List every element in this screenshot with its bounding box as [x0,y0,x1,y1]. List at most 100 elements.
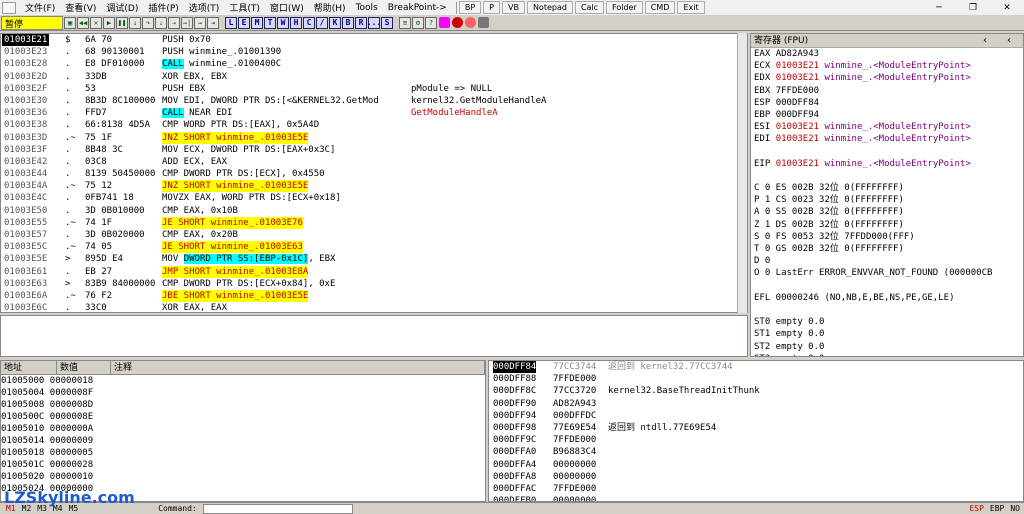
camera-icon[interactable] [478,17,489,28]
menu-window[interactable]: 窗口(W) [265,1,309,14]
menu-tools-cn[interactable]: 工具(T) [224,1,265,14]
flag-row[interactable]: P 1 CS 0023 32位 0(FFFFFFFF) [751,194,1023,206]
stack-row[interactable]: 000DFFA4 00000000 [489,459,1023,471]
menu-file[interactable]: 文件(F) [20,1,60,14]
trace-over-icon[interactable]: ⇢ [168,16,180,29]
tool-s[interactable]: S [381,16,393,29]
esp-indicator[interactable]: ESP [969,504,983,513]
dump-row[interactable]: 01005010 0000000A [1,423,485,435]
disassembly-pane[interactable]: 01003E21 $6A 70 PUSH 0x70 01003E23. 68 90130… [0,33,748,313]
register-row[interactable]: EBP 000DFF94 [751,109,1023,121]
notepad-button[interactable]: Notepad [526,1,573,14]
disasm-row[interactable]: 01003E3D .~ 75 1F JNZ SHORT winmine_.01003E… [1,131,747,144]
dump-col-address[interactable]: 地址 [1,361,57,374]
stack-row[interactable]: 000DFFA8 00000000 [489,471,1023,483]
stack-pane[interactable]: 000DFF84 77CC3744 返回到 kernel32.77CC3744 000… [488,360,1024,502]
disasm-row[interactable]: 01003E23. 68 90130001 PUSH winmine_.010013… [1,46,747,58]
command-input[interactable] [202,503,353,514]
tool-dots[interactable]: ... [367,16,381,29]
register-row[interactable]: EDI 01003E21 winmine_.<ModuleEntryPoint> [751,133,1023,145]
disasm-row[interactable]: 01003E3F. 8B48 3C MOV ECX, DWORD PTR DS:[E… [1,144,747,156]
disasm-row[interactable]: 01003E57. 3D 0B020000 CMP EAX, 0x20B [1,229,747,241]
dump-col-comment[interactable]: 注释 [111,361,485,374]
disasm-row[interactable]: 01003E2F. 53 PUSH EBX pModule => NULL [1,83,747,95]
disasm-row[interactable]: 01003E4C. 0FB741 18 MOVZX EAX, WORD PTR DS… [1,192,747,204]
stack-row[interactable]: 000DFF8C 77CC3720 kernel32.BaseThreadInitT… [489,385,1023,397]
register-row[interactable]: ESP 000DFF84 [751,97,1023,109]
dump-row[interactable]: 01005020 00000010 [1,471,485,483]
dump-row[interactable]: 0100500C 0000008E [1,411,485,423]
flag-row[interactable]: S 0 FS 0053 32位 7FFDD000(FFF) [751,231,1023,243]
tool-h[interactable]: H [290,16,302,29]
disasm-row[interactable]: 01003E5E >895D E4 MOV DWORD PTR SS:[EBP-0x… [1,253,747,265]
flag-row[interactable]: O 0 LastErr ERROR_ENVVAR_NOT_FOUND (0000… [751,267,1023,279]
tool-m[interactable]: M [251,16,263,29]
menu-view[interactable]: 查看(V) [60,1,101,14]
tool-l[interactable]: L [225,16,237,29]
dump-row[interactable]: 01005008 0000008D [1,399,485,411]
cmd-button[interactable]: CMD [644,1,676,14]
close-file-icon[interactable]: ✕ [90,16,102,29]
register-row-eip[interactable]: EIP 01003E21 winmine_.<ModuleEntryPoint> [751,158,1023,170]
fpu-row[interactable]: ST0 empty 0.0 [751,316,1023,328]
dump-row[interactable]: 01005000 00000018 [1,375,485,387]
register-row[interactable]: ESI 01003E21 winmine_.<ModuleEntryPoint> [751,121,1023,133]
disasm-row[interactable]: 01003E21 $6A 70 PUSH 0x70 [1,34,747,47]
flag-row[interactable]: D 0 [751,255,1023,267]
options-icon[interactable]: ⚙ [412,16,424,29]
disasm-row[interactable]: 01003E2D. 33DB XOR EBX, EBX [1,71,747,83]
list-icon[interactable]: ≡ [399,16,411,29]
menu-plugins[interactable]: 插件(P) [143,1,183,14]
tool-slash[interactable]: / [316,16,328,29]
tool-e[interactable]: E [238,16,250,29]
disasm-row[interactable]: 01003E63 >83B9 84000000 CMP DWORD PTR DS:[… [1,278,747,290]
no-indicator[interactable]: NO [1010,504,1020,513]
dump-row[interactable]: 01005018 00000005 [1,447,485,459]
tool-r[interactable]: R [355,16,367,29]
pause-icon[interactable]: ❚❚ [116,16,128,29]
stack-row[interactable]: 000DFF98 77E69E54 返回到 ntdll.77E69E54 [489,422,1023,434]
flag-row[interactable]: T 0 GS 002B 32位 0(FFFFFFFF) [751,243,1023,255]
run-icon[interactable]: ▶ [103,16,115,29]
chevron-left-icon-2[interactable]: ‹ [1007,34,1011,48]
disasm-row[interactable]: 01003E4A .~ 75 12 JNZ SHORT winmine_.01003E… [1,180,747,193]
goto-icon[interactable]: → [194,16,206,29]
tool-a-icon[interactable] [439,17,450,28]
menu-debug[interactable]: 调试(D) [101,1,143,14]
fpu-row[interactable]: ST2 empty 0.0 [751,341,1023,353]
menu-help[interactable]: 帮助(H) [309,1,351,14]
trace-into-icon[interactable]: ⇣ [155,16,167,29]
disasm-row[interactable]: 01003E55 .~ 74 1F JE SHORT winmine_.01003E7… [1,216,747,229]
dump-row[interactable]: 01005014 00000009 [1,435,485,447]
stack-row[interactable]: 000DFFB0 00000000 [489,495,1023,501]
close-icon[interactable]: ✕ [990,0,1024,15]
folder-button[interactable]: Folder [606,1,643,14]
ebp-indicator[interactable]: EBP [990,504,1004,513]
stack-row[interactable]: 000DFF84 77CC3744 返回到 kernel32.77CC3744 [489,361,1023,374]
step-over-icon[interactable]: ↷ [142,16,154,29]
stack-row[interactable]: 000DFF94 000DFFDC [489,410,1023,422]
menu-breakpoint[interactable]: BreakPoint-> [383,3,452,13]
registers-pane[interactable]: 寄存器 (FPU) ‹ ‹ EAX AD82A943 ECX 01003E21 w… [750,33,1024,357]
fpu-row[interactable]: ST1 empty 0.0 [751,328,1023,340]
tool-c[interactable]: C [303,16,315,29]
disasm-row[interactable]: 01003E6A .~ 76 F2 JBE SHORT winmine_.01003E… [1,289,747,303]
disasm-row[interactable]: 01003E36. FFD7 CALL NEAR EDI GetModuleHandl… [1,107,747,119]
stack-row[interactable]: 000DFFA0 B96883C4 [489,446,1023,458]
disasm-row[interactable]: 01003E42. 03C8 ADD ECX, EAX [1,156,747,168]
go-icon[interactable]: ⇥ [207,16,219,29]
tool-b[interactable]: B [342,16,354,29]
tool-t[interactable]: T [264,16,276,29]
disassembly-scrollbar[interactable] [737,33,747,313]
dump-row[interactable]: 0100501C 00000028 [1,459,485,471]
disasm-row[interactable]: 01003E6C. 33C0 XOR EAX, EAX [1,302,747,312]
menu-options[interactable]: 选项(T) [184,1,225,14]
help-icon[interactable]: ? [425,16,437,29]
stack-row[interactable]: 000DFF88 7FFDE000 [489,373,1023,385]
flag-row[interactable]: A 0 SS 002B 32位 0(FFFFFFFF) [751,206,1023,218]
record-icon[interactable] [452,17,463,28]
minimize-icon[interactable]: ─ [922,0,956,15]
flag-row[interactable]: Z 1 DS 002B 32位 0(FFFFFFFF) [751,219,1023,231]
register-row[interactable]: ECX 01003E21 winmine_.<ModuleEntryPoint> [751,60,1023,72]
stack-row[interactable]: 000DFF90 AD82A943 [489,398,1023,410]
